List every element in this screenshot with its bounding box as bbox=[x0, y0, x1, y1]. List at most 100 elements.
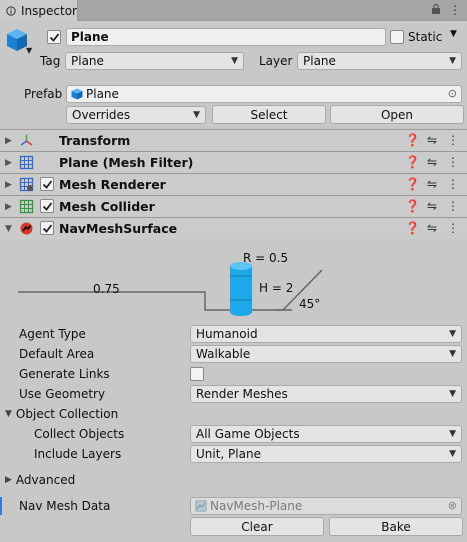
static-dropdown-icon[interactable]: ▼ bbox=[450, 29, 457, 39]
component-mesh-filter-header[interactable]: ▶ Plane (Mesh Filter) ❓ ⇋ ⋮ bbox=[0, 151, 467, 173]
dropdown-arrow-icon: ▼ bbox=[449, 329, 456, 339]
static-checkbox[interactable] bbox=[390, 30, 404, 44]
component-menu-icon[interactable]: ⋮ bbox=[447, 155, 459, 169]
advanced-foldout[interactable]: ▶ Advanced bbox=[5, 473, 75, 487]
include-layers-dropdown[interactable]: Unit, Plane ▼ bbox=[190, 445, 462, 463]
target-icon[interactable]: ⊙ bbox=[448, 87, 457, 100]
default-area-dropdown[interactable]: Walkable ▼ bbox=[190, 345, 462, 363]
component-enabled-checkbox[interactable] bbox=[40, 177, 54, 191]
advanced-label: Advanced bbox=[15, 473, 76, 487]
target-icon[interactable]: ⊗ bbox=[448, 499, 457, 512]
component-mesh-renderer-header[interactable]: ▶ Mesh Renderer ❓ ⇋ ⋮ bbox=[0, 173, 467, 195]
agent-diagram bbox=[18, 262, 323, 316]
mesh-renderer-icon bbox=[19, 177, 34, 192]
component-menu-icon[interactable]: ⋮ bbox=[447, 221, 459, 235]
component-title: Plane (Mesh Filter) bbox=[59, 155, 194, 170]
foldout-arrow-icon[interactable]: ▶ bbox=[5, 136, 12, 146]
dropdown-arrow-icon: ▼ bbox=[449, 429, 456, 439]
dropdown-arrow-icon: ▼ bbox=[449, 449, 456, 459]
component-navmeshsurface-header[interactable]: ▼ NavMeshSurface ❓ ⇋ ⋮ bbox=[0, 217, 467, 239]
bake-button[interactable]: Bake bbox=[329, 517, 463, 536]
prefab-value: Plane bbox=[86, 87, 119, 101]
dropdown-arrow-icon: ▼ bbox=[449, 349, 456, 359]
presets-icon[interactable]: ⇋ bbox=[426, 155, 438, 169]
nav-mesh-data-field[interactable]: NavMesh-Plane ⊗ bbox=[190, 497, 462, 515]
foldout-arrow-icon[interactable]: ▶ bbox=[5, 202, 12, 212]
use-geometry-dropdown[interactable]: Render Meshes ▼ bbox=[190, 385, 462, 403]
component-enabled-checkbox[interactable] bbox=[40, 199, 54, 213]
max-slope-label: 45° bbox=[299, 297, 321, 311]
generate-links-label: Generate Links bbox=[19, 367, 110, 381]
checkmark-icon bbox=[42, 201, 52, 211]
presets-icon[interactable]: ⇋ bbox=[426, 221, 438, 235]
default-area-value: Walkable bbox=[196, 347, 251, 361]
lock-icon[interactable] bbox=[431, 3, 441, 15]
collect-objects-value: All Game Objects bbox=[196, 427, 300, 441]
dropdown-arrow-icon: ▼ bbox=[231, 56, 238, 66]
open-button[interactable]: Open bbox=[330, 105, 464, 124]
component-title: Mesh Collider bbox=[59, 199, 155, 214]
checkmark-icon bbox=[49, 32, 59, 42]
include-layers-value: Unit, Plane bbox=[196, 447, 261, 461]
component-menu-icon[interactable]: ⋮ bbox=[447, 133, 459, 147]
agent-type-dropdown[interactable]: Humanoid ▼ bbox=[190, 325, 462, 343]
active-checkbox[interactable] bbox=[47, 30, 61, 44]
component-menu-icon[interactable]: ⋮ bbox=[447, 199, 459, 213]
tag-dropdown[interactable]: Plane ▼ bbox=[65, 52, 244, 70]
default-area-label: Default Area bbox=[19, 347, 95, 361]
dropdown-arrow-icon: ▼ bbox=[449, 56, 456, 66]
component-enabled-checkbox[interactable] bbox=[40, 221, 54, 235]
component-title: NavMeshSurface bbox=[59, 221, 178, 236]
info-icon bbox=[6, 5, 16, 16]
tab-menu-icon[interactable]: ⋮ bbox=[449, 3, 461, 17]
help-icon[interactable]: ❓ bbox=[405, 199, 420, 213]
help-icon[interactable]: ❓ bbox=[405, 155, 420, 169]
foldout-arrow-icon[interactable]: ▶ bbox=[5, 180, 12, 190]
agent-type-value: Humanoid bbox=[196, 327, 258, 341]
component-tools: ❓ ⇋ ⋮ bbox=[405, 155, 459, 169]
component-tools: ❓ ⇋ ⋮ bbox=[405, 221, 459, 235]
presets-icon[interactable]: ⇋ bbox=[426, 199, 438, 213]
object-collection-label: Object Collection bbox=[15, 407, 119, 421]
select-button[interactable]: Select bbox=[212, 105, 326, 124]
presets-icon[interactable]: ⇋ bbox=[426, 177, 438, 191]
mesh-collider-icon bbox=[19, 199, 34, 214]
collect-objects-dropdown[interactable]: All Game Objects ▼ bbox=[190, 425, 462, 443]
prefab-cube-icon bbox=[71, 88, 83, 100]
help-icon[interactable]: ❓ bbox=[405, 221, 420, 235]
collect-objects-label: Collect Objects bbox=[34, 427, 125, 441]
component-tools: ❓ ⇋ ⋮ bbox=[405, 199, 459, 213]
nav-mesh-data-value: NavMesh-Plane bbox=[210, 499, 303, 513]
overrides-label: Overrides bbox=[72, 108, 131, 122]
generate-links-checkbox[interactable] bbox=[190, 367, 204, 381]
prefab-field[interactable]: Plane ⊙ bbox=[66, 85, 462, 103]
overrides-dropdown[interactable]: Overrides ▼ bbox=[66, 106, 206, 124]
help-icon[interactable]: ❓ bbox=[405, 177, 420, 191]
component-tools: ❓ ⇋ ⋮ bbox=[405, 177, 459, 191]
presets-icon[interactable]: ⇋ bbox=[426, 133, 438, 147]
dropdown-arrow-icon: ▼ bbox=[449, 389, 456, 399]
component-mesh-collider-header[interactable]: ▶ Mesh Collider ❓ ⇋ ⋮ bbox=[0, 195, 467, 217]
agent-cylinder bbox=[230, 266, 252, 312]
component-title: Transform bbox=[59, 133, 131, 148]
static-label: Static bbox=[408, 30, 443, 44]
tab-inspector[interactable]: Inspector bbox=[0, 0, 78, 21]
layer-dropdown[interactable]: Plane ▼ bbox=[297, 52, 462, 70]
icon-dropdown-caret-icon[interactable]: ▼ bbox=[26, 46, 32, 55]
navmesh-data-icon bbox=[195, 500, 207, 512]
help-icon[interactable]: ❓ bbox=[405, 133, 420, 147]
component-menu-icon[interactable]: ⋮ bbox=[447, 177, 459, 191]
foldout-arrow-icon[interactable]: ▶ bbox=[5, 158, 12, 168]
nav-mesh-data-label: Nav Mesh Data bbox=[19, 499, 111, 513]
component-transform-header[interactable]: ▶ Transform ❓ ⇋ ⋮ bbox=[0, 129, 467, 151]
foldout-arrow-icon[interactable]: ▼ bbox=[5, 224, 12, 234]
transform-axes-icon bbox=[20, 134, 33, 146]
checkmark-icon bbox=[42, 223, 52, 233]
navmeshsurface-icon bbox=[20, 222, 33, 235]
mesh-filter-grid-icon bbox=[19, 155, 34, 170]
dropdown-arrow-icon: ▼ bbox=[193, 110, 200, 120]
object-name-field[interactable]: Plane bbox=[66, 28, 386, 46]
object-collection-foldout[interactable]: ▼ Object Collection bbox=[5, 407, 118, 421]
clear-button[interactable]: Clear bbox=[190, 517, 324, 536]
tab-label: Inspector bbox=[21, 3, 77, 18]
